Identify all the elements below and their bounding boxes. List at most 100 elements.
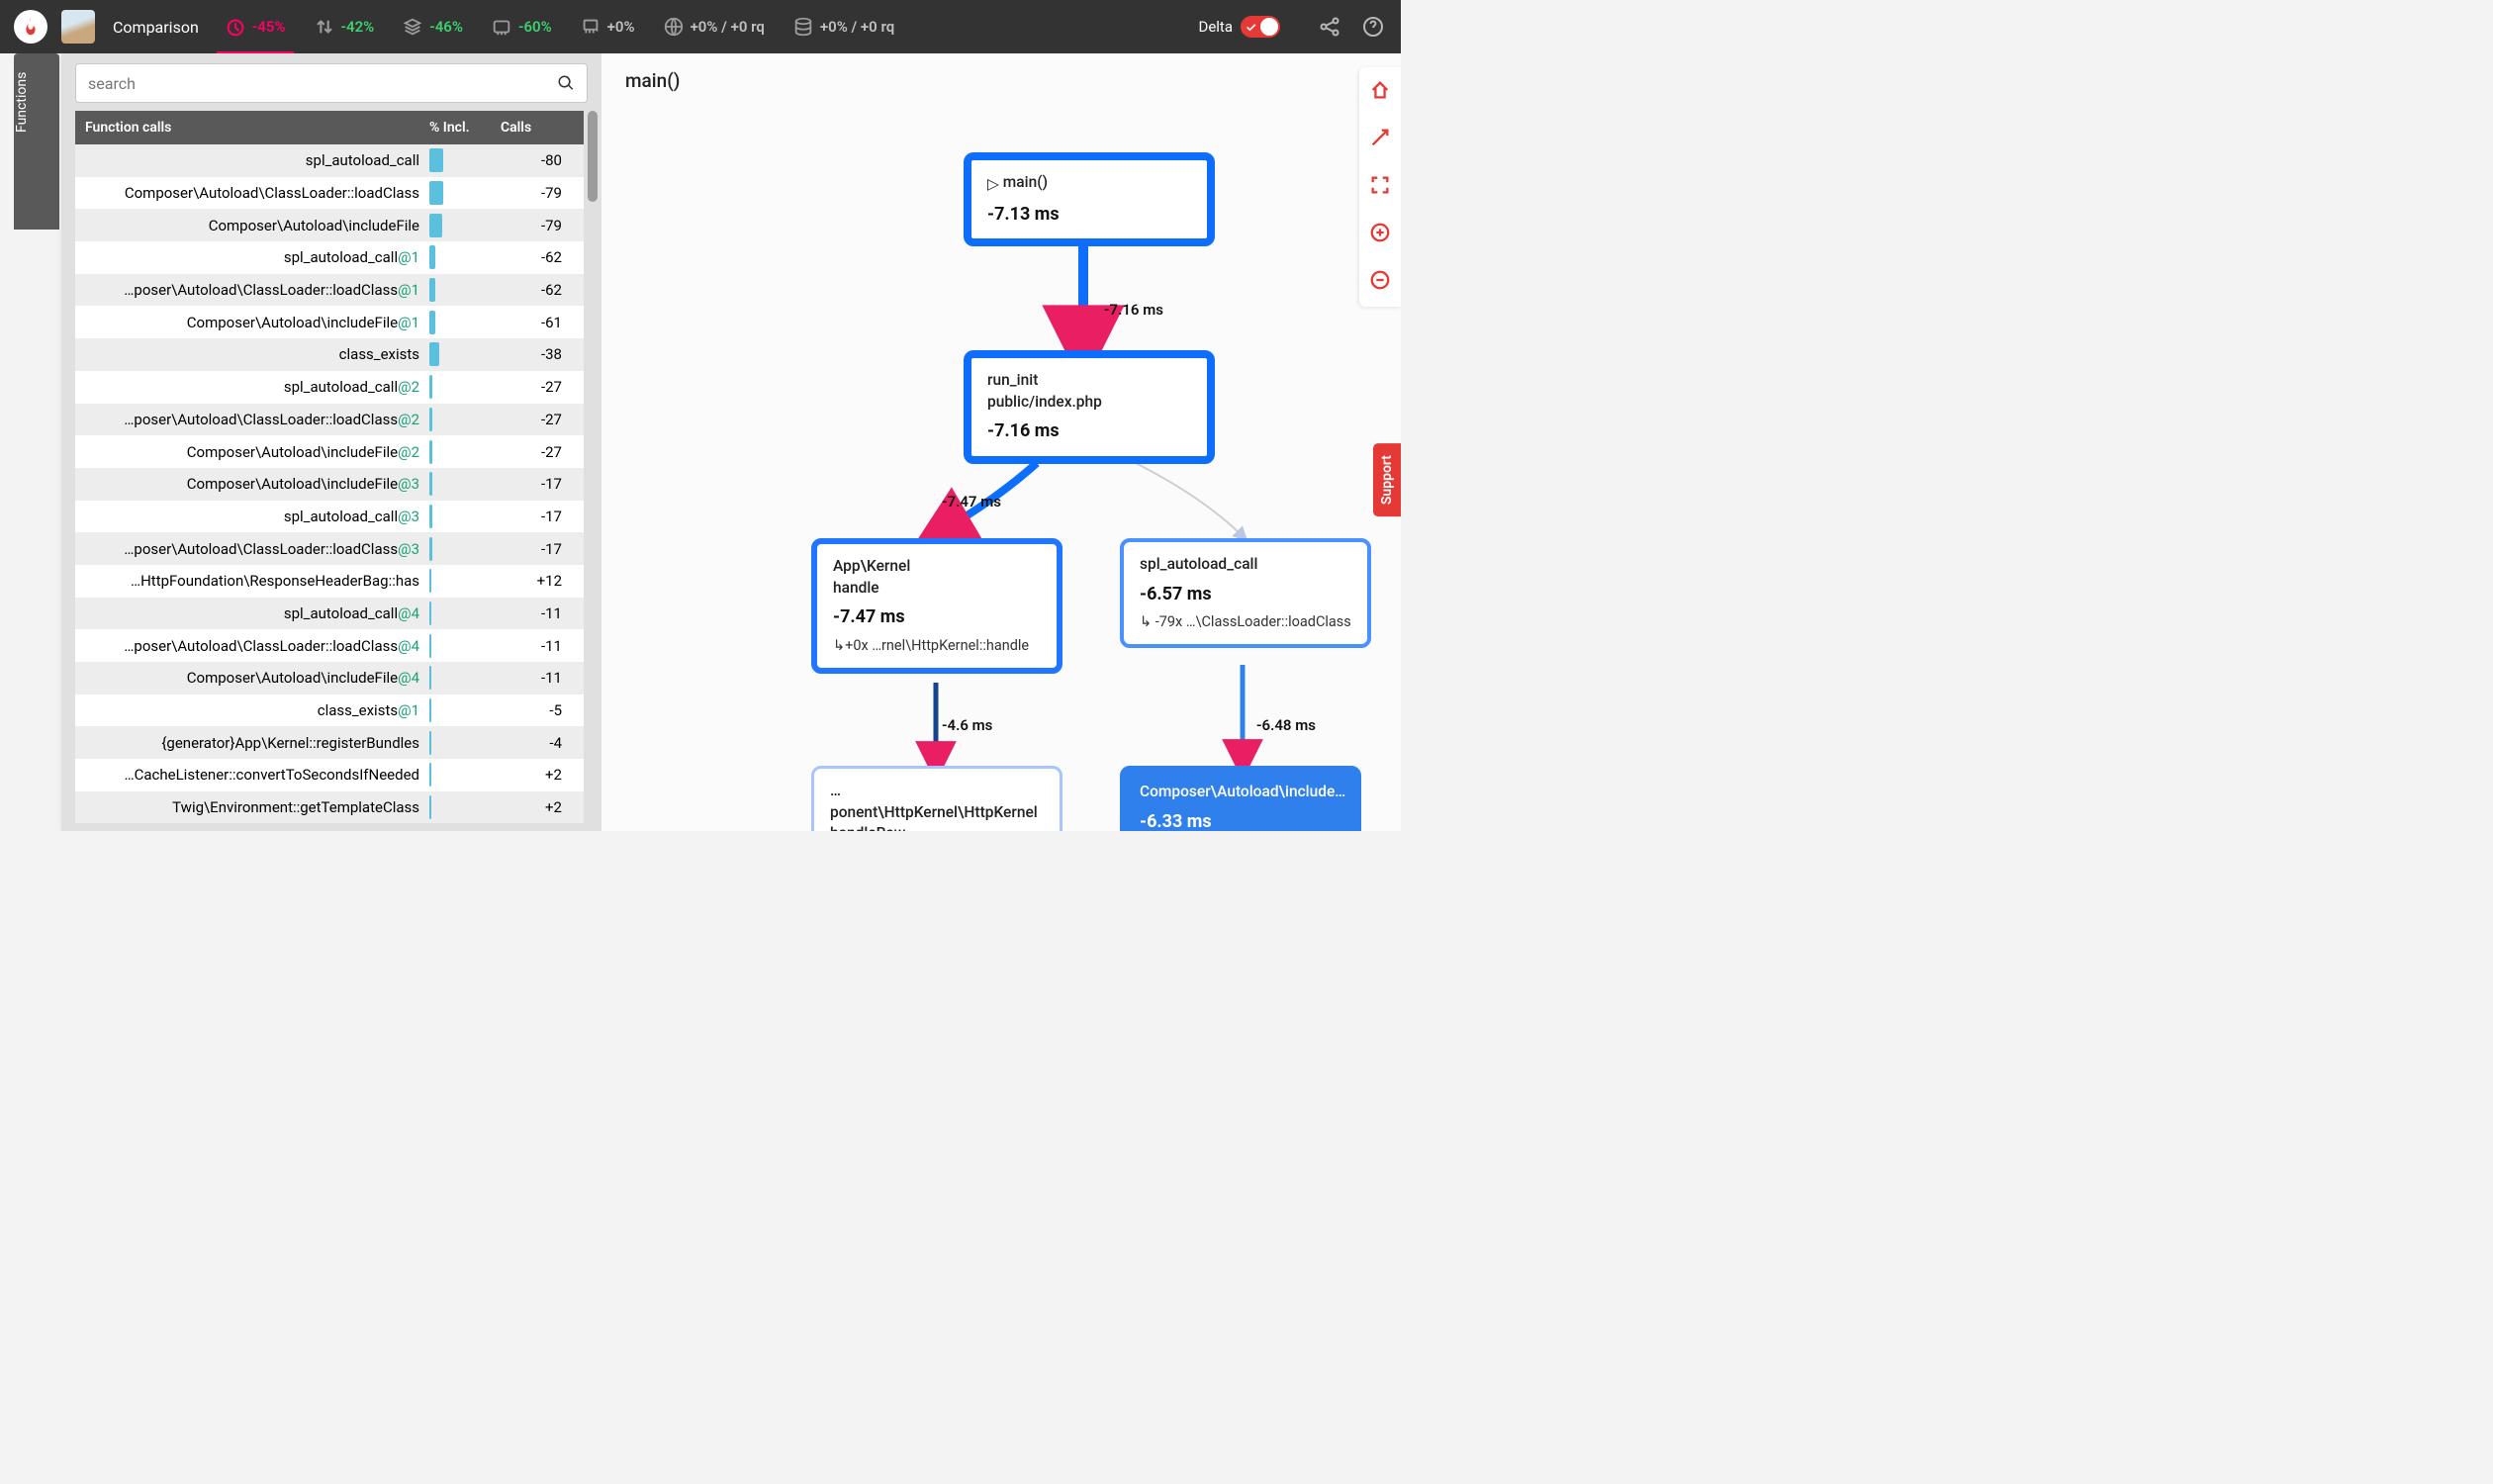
page-title: Comparison	[113, 18, 199, 37]
table-row[interactable]: {generator}App\Kernel::registerBundles-4	[75, 726, 584, 759]
metric-network[interactable]: +0%	[580, 16, 635, 38]
zoom-in-button[interactable]	[1369, 222, 1391, 247]
table-row[interactable]: …poser\Autoload\ClassLoader::loadClass@3…	[75, 532, 584, 565]
metric-io[interactable]: -42%	[314, 16, 375, 38]
table-header: Function calls % Incl. Calls	[75, 111, 584, 144]
metric-cpu-value: -46%	[429, 18, 463, 36]
fn-name: spl_autoload_call@3	[75, 508, 429, 525]
fn-name: Composer\Autoload\includeFile@3	[75, 475, 429, 493]
edge-label: -4.6 ms	[942, 716, 992, 734]
search-input[interactable]	[88, 74, 557, 93]
fn-calls: +2	[501, 798, 584, 816]
node-include[interactable]: Composer\Autoload\include… -6.33 ms	[1120, 766, 1361, 831]
node-title: main()	[1003, 173, 1048, 191]
app-logo[interactable]	[14, 10, 47, 44]
help-button[interactable]	[1359, 15, 1387, 39]
fn-calls: -79	[501, 217, 584, 234]
fn-calls: -11	[501, 604, 584, 622]
home-button[interactable]	[1369, 79, 1391, 105]
graph-toolbar	[1359, 67, 1401, 307]
share-button[interactable]	[1316, 15, 1343, 39]
table-row[interactable]: …HttpFoundation\ResponseHeaderBag::has+1…	[75, 565, 584, 598]
home-up-icon	[1369, 79, 1391, 101]
functions-panel: Function calls % Incl. Calls spl_autoloa…	[61, 53, 601, 831]
node-kernel[interactable]: App\Kernel handle -7.47 ms ↳+0x …rnel\Ht…	[811, 538, 1062, 674]
hdr-incl[interactable]: % Incl.	[429, 120, 501, 136]
table-row[interactable]: spl_autoload_call@4 -11	[75, 598, 584, 630]
fn-bar	[429, 342, 501, 366]
table-row[interactable]: Composer\Autoload\includeFile@2-27	[75, 435, 584, 468]
search-box[interactable]	[75, 63, 588, 103]
hdr-calls[interactable]: Calls	[501, 120, 584, 136]
node-title: App\Kernel	[833, 556, 1041, 578]
table-row[interactable]: Composer\Autoload\includeFile@1-61	[75, 306, 584, 338]
share-icon	[1318, 15, 1341, 39]
fn-name: Composer\Autoload\includeFile@4	[75, 669, 429, 687]
fn-name: Composer\Autoload\includeFile@1	[75, 314, 429, 331]
expand-button[interactable]	[1369, 127, 1391, 152]
table-row[interactable]: …poser\Autoload\ClassLoader::loadClass@2…	[75, 404, 584, 436]
breadcrumb[interactable]: main()	[625, 69, 680, 92]
fullscreen-button[interactable]	[1369, 174, 1391, 200]
callgraph[interactable]: main() -7.16 ms	[601, 53, 1401, 831]
node-spl[interactable]: spl_autoload_call -6.57 ms ↳ -79x …\Clas…	[1120, 538, 1371, 648]
metric-sql[interactable]: +0% / +0 rq	[792, 16, 894, 38]
cpu-icon	[402, 16, 423, 38]
functions-tab[interactable]: Functions	[14, 53, 59, 230]
stopwatch-icon	[225, 16, 246, 38]
table-row[interactable]: class_exists-38	[75, 338, 584, 371]
node-handle-raw[interactable]: …ponent\HttpKernel\HttpKernel handleRaw …	[811, 766, 1062, 831]
node-run-init[interactable]: run_init public/index.php -7.16 ms	[964, 350, 1215, 464]
fn-calls: -17	[501, 540, 584, 558]
fn-name: class_exists@1	[75, 701, 429, 719]
metric-memory[interactable]: -60%	[491, 16, 552, 38]
table-row[interactable]: class_exists@1 -5	[75, 695, 584, 727]
table-row[interactable]: spl_autoload_call@1-62	[75, 241, 584, 274]
fn-calls: -38	[501, 345, 584, 363]
table-row[interactable]: Composer\Autoload\includeFile-79	[75, 209, 584, 241]
minus-circle-icon	[1369, 269, 1391, 291]
fn-bar	[429, 666, 501, 690]
avatar[interactable]	[61, 10, 95, 44]
node-title: …ponent\HttpKernel\HttpKernel	[830, 781, 1044, 823]
table-row[interactable]: spl_autoload_call@2-27	[75, 371, 584, 404]
fn-calls: -27	[501, 443, 584, 461]
table-row[interactable]: spl_autoload_call-80	[75, 144, 584, 177]
support-tab[interactable]: Support	[1373, 443, 1401, 516]
fn-name: spl_autoload_call	[75, 151, 429, 169]
fn-name: Twig\Environment::getTemplateClass	[75, 798, 429, 816]
database-icon	[792, 16, 814, 38]
fn-calls: -27	[501, 411, 584, 428]
table-body: spl_autoload_call-80Composer\Autoload\Cl…	[75, 144, 584, 831]
table-row[interactable]: Composer\Autoload\ClassLoader::loadClass…	[75, 177, 584, 210]
node-subtitle: handle	[833, 578, 1041, 600]
fn-name: …poser\Autoload\ClassLoader::loadClass@3	[75, 540, 429, 558]
metric-http[interactable]: +0% / +0 rq	[663, 16, 765, 38]
fn-calls: -5	[501, 701, 584, 719]
fn-bar	[429, 375, 501, 399]
table-row[interactable]: …poser\Autoload\ClassLoader::loadClass@4…	[75, 629, 584, 662]
fn-name: …poser\Autoload\ClassLoader::loadClass@1	[75, 281, 429, 299]
metric-cpu[interactable]: -46%	[402, 16, 463, 38]
node-main[interactable]: ▷ main() -7.13 ms	[964, 152, 1215, 246]
toggle-switch[interactable]	[1241, 16, 1280, 38]
node-subtitle: public/index.php	[987, 392, 1191, 414]
metric-time[interactable]: -45%	[225, 16, 286, 38]
hdr-function[interactable]: Function calls	[75, 120, 429, 136]
table-row[interactable]: spl_autoload_call@3-17	[75, 501, 584, 533]
fn-name: Composer\Autoload\ClassLoader::loadClass	[75, 184, 429, 202]
fn-calls: -4	[501, 734, 584, 752]
scrollbar[interactable]	[588, 111, 598, 831]
table-row[interactable]: …poser\Autoload\ClassLoader::loadClass@1…	[75, 274, 584, 307]
table-row[interactable]: Composer\Autoload\includeFile@3-17	[75, 468, 584, 501]
fn-bar	[429, 408, 501, 431]
table-row[interactable]: …CacheListener::convertToSecondsIfNeeded…	[75, 759, 584, 791]
delta-toggle[interactable]: Delta	[1198, 16, 1280, 38]
table-row[interactable]: Twig\Environment::getTemplateClass +2	[75, 791, 584, 824]
zoom-out-button[interactable]	[1369, 269, 1391, 295]
metric-io-value: -42%	[341, 18, 375, 36]
plus-circle-icon	[1369, 222, 1391, 243]
table-row[interactable]: Composer\Autoload\includeFile@4-11	[75, 662, 584, 695]
fn-calls: +12	[501, 572, 584, 590]
fn-name: spl_autoload_call@4	[75, 604, 429, 622]
